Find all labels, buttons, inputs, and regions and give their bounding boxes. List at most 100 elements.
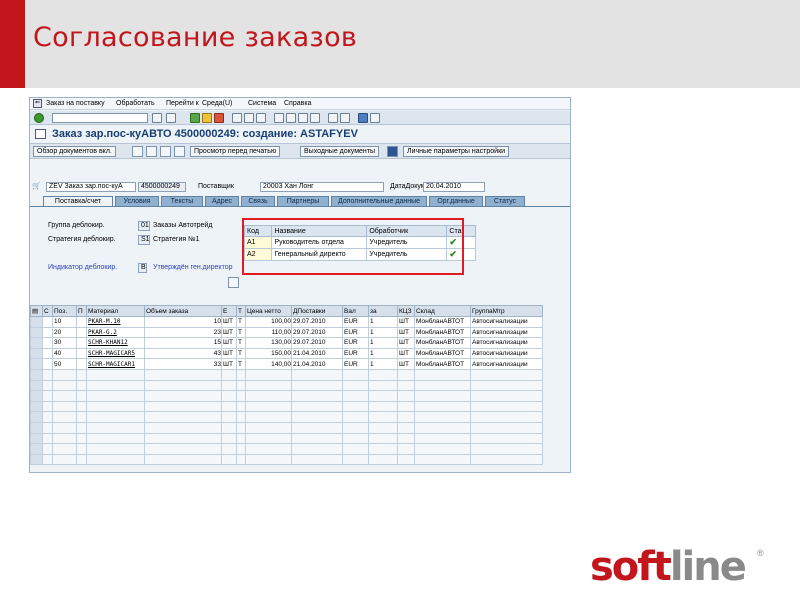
empty-cell[interactable]	[397, 400, 415, 413]
col-unit[interactable]: Е	[221, 305, 237, 317]
col-net-price[interactable]: Цена нетто	[245, 305, 292, 317]
empty-cell[interactable]	[221, 453, 237, 466]
exit-icon[interactable]	[202, 113, 212, 123]
item-material[interactable]: SCHR-KHAN12	[86, 337, 145, 349]
save-icon[interactable]	[166, 113, 176, 123]
empty-cell[interactable]	[30, 411, 43, 423]
system-menu-icon[interactable]: ⇐	[33, 99, 42, 108]
empty-cell[interactable]	[76, 411, 87, 423]
item-net-price[interactable]: 140,00	[245, 358, 292, 370]
menu-edit[interactable]: Обработать	[116, 100, 155, 107]
empty-cell[interactable]	[470, 411, 543, 423]
item-currency[interactable]: EUR	[342, 326, 369, 339]
shortcut-icon[interactable]	[340, 113, 350, 123]
empty-cell[interactable]	[291, 421, 343, 434]
empty-cell[interactable]	[414, 432, 471, 445]
empty-cell[interactable]	[368, 432, 398, 445]
item-per[interactable]: 1	[368, 347, 398, 360]
item-status-flag[interactable]	[42, 326, 53, 339]
first-page-icon[interactable]	[274, 113, 284, 123]
empty-cell[interactable]	[414, 453, 471, 466]
empty-cell[interactable]	[342, 400, 369, 413]
item-quantity[interactable]: 10	[144, 316, 222, 328]
command-field[interactable]	[52, 113, 148, 123]
empty-cell[interactable]	[221, 421, 237, 434]
menu-purchase-order[interactable]: Заказ на поставку	[46, 100, 105, 107]
doc-type-field[interactable]: ZEV Заказ зар.пос-куА	[46, 182, 136, 192]
item-quantity[interactable]: 15	[144, 337, 222, 349]
item-material-group[interactable]: Автосигнализации	[470, 326, 543, 339]
menu-system[interactable]: Система	[248, 100, 276, 107]
item-net-price[interactable]: 150,00	[245, 347, 292, 360]
empty-cell[interactable]	[368, 443, 398, 455]
empty-cell[interactable]	[245, 443, 292, 455]
empty-cell[interactable]	[342, 411, 369, 423]
item-material[interactable]: SCHR-MAGICAR1	[86, 358, 145, 370]
item-per[interactable]: 1	[368, 316, 398, 328]
find-next-icon[interactable]	[256, 113, 266, 123]
item-row[interactable]: 10 PKAR-M.10 10 ШТ T 100,00 29.07.2010 EUR 1 ШТ Мо…	[30, 316, 543, 328]
item-material-group[interactable]: Автосигнализации	[470, 316, 543, 328]
empty-cell[interactable]	[144, 390, 222, 402]
empty-cell[interactable]	[42, 379, 53, 392]
empty-cell[interactable]	[236, 443, 246, 455]
item-status-flag[interactable]	[42, 337, 53, 349]
empty-cell[interactable]	[470, 379, 543, 392]
empty-cell[interactable]	[236, 368, 246, 381]
empty-cell[interactable]	[42, 368, 53, 381]
empty-cell[interactable]	[42, 390, 53, 402]
item-storage-location[interactable]: МонбланАВТОТ	[414, 337, 471, 349]
empty-cell[interactable]	[470, 421, 543, 434]
personal-settings-button[interactable]: Личные параметры настройки	[403, 146, 510, 157]
empty-cell[interactable]	[245, 390, 292, 402]
empty-cell[interactable]	[245, 400, 292, 413]
empty-cell[interactable]	[245, 421, 292, 434]
output-documents-button[interactable]: Выходные документы	[300, 146, 380, 157]
empty-cell[interactable]	[221, 432, 237, 445]
empty-cell[interactable]	[86, 443, 145, 455]
empty-cell[interactable]	[342, 453, 369, 466]
empty-cell[interactable]	[52, 421, 77, 434]
other-document-icon[interactable]	[174, 146, 185, 157]
empty-cell[interactable]	[52, 368, 77, 381]
col-material[interactable]: Материал	[86, 305, 145, 317]
empty-cell[interactable]	[221, 411, 237, 423]
empty-item-row[interactable]	[30, 432, 543, 445]
item-price-unit[interactable]: ШТ	[397, 326, 415, 339]
empty-cell[interactable]	[397, 453, 415, 466]
row-selector[interactable]	[30, 358, 43, 370]
menu-help[interactable]: Справка	[284, 100, 311, 107]
item-status-flag[interactable]	[42, 316, 53, 328]
info-icon[interactable]	[387, 146, 398, 157]
item-unit[interactable]: ШТ	[221, 316, 237, 328]
empty-cell[interactable]	[470, 368, 543, 381]
item-storage-location[interactable]: МонбланАВТОТ	[414, 326, 471, 339]
item-per[interactable]: 1	[368, 358, 398, 370]
empty-cell[interactable]	[30, 390, 43, 402]
empty-cell[interactable]	[245, 379, 292, 392]
empty-cell[interactable]	[144, 432, 222, 445]
item-net-price[interactable]: 110,00	[245, 326, 292, 339]
help-icon[interactable]	[358, 113, 368, 123]
empty-cell[interactable]	[221, 443, 237, 455]
item-unit[interactable]: ШТ	[221, 337, 237, 349]
empty-cell[interactable]	[368, 421, 398, 434]
row-selector[interactable]	[30, 337, 43, 349]
document-overview-button[interactable]: Обзор документов вкл.	[33, 146, 116, 157]
empty-cell[interactable]	[42, 432, 53, 445]
empty-cell[interactable]	[42, 411, 53, 423]
empty-cell[interactable]	[236, 432, 246, 445]
empty-cell[interactable]	[144, 379, 222, 392]
col-per[interactable]: за	[368, 305, 398, 317]
item-net-price[interactable]: 130,00	[245, 337, 292, 349]
empty-cell[interactable]	[397, 411, 415, 423]
empty-cell[interactable]	[342, 368, 369, 381]
doc-date-field[interactable]: 20.04.2010	[423, 182, 485, 192]
item-account-category[interactable]	[76, 347, 87, 360]
col-material-group[interactable]: ГруппаМтр	[470, 305, 543, 317]
prev-page-icon[interactable]	[286, 113, 296, 123]
empty-cell[interactable]	[52, 432, 77, 445]
empty-cell[interactable]	[342, 443, 369, 455]
empty-cell[interactable]	[86, 453, 145, 466]
cancel-icon[interactable]	[214, 113, 224, 123]
